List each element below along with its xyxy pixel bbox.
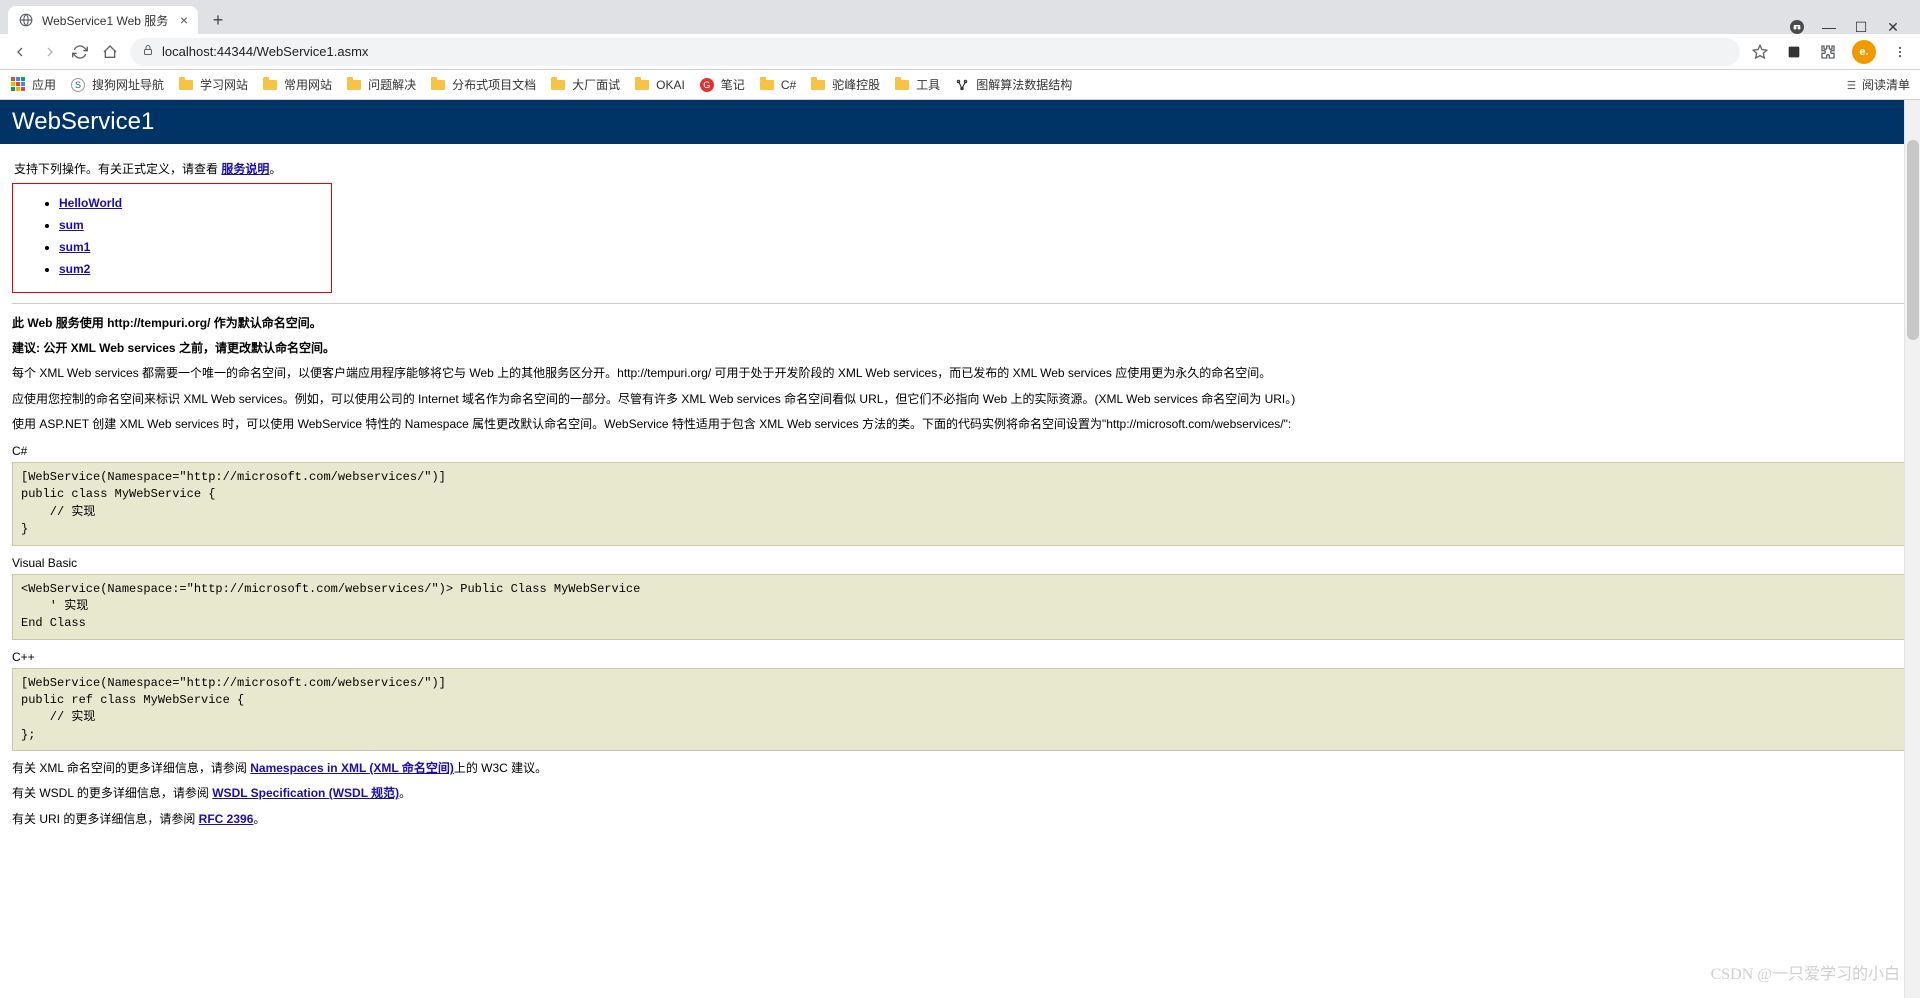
globe-icon [18, 12, 34, 28]
apps-icon [10, 77, 26, 93]
tab-close-icon[interactable]: × [180, 12, 188, 28]
back-button[interactable] [10, 42, 30, 62]
bookmark-item[interactable]: 大厂面试 [550, 76, 620, 93]
operation-link[interactable]: HelloWorld [59, 196, 122, 210]
folder-icon [550, 77, 566, 93]
more-uri: 有关 URI 的更多详细信息，请参阅 RFC 2396。 [12, 810, 1908, 829]
toolbar: localhost:44344/WebService1.asmx e. [0, 34, 1920, 70]
bookmark-item[interactable]: 问题解决 [346, 76, 416, 93]
address-bar[interactable]: localhost:44344/WebService1.asmx [130, 38, 1740, 66]
operation-item: sum2 [59, 262, 325, 276]
code-block-cpp: [WebService(Namespace="http://microsoft.… [12, 668, 1908, 752]
code-label-csharp: C# [12, 444, 1908, 458]
bookmark-item[interactable]: OKAI [634, 77, 685, 93]
folder-icon [430, 77, 446, 93]
page-viewport: WebService1 支持下列操作。有关正式定义，请查看 服务说明。 Hell… [0, 100, 1920, 998]
bookmarks-bar: 应用 S搜狗网址导航 学习网站 常用网站 问题解决 分布式项目文档 大厂面试 O… [0, 70, 1920, 100]
bookmark-item[interactable]: 分布式项目文档 [430, 76, 536, 93]
apps-shortcut[interactable]: 应用 [10, 76, 56, 93]
folder-icon [178, 77, 194, 93]
folder-icon [634, 77, 650, 93]
forward-button[interactable] [40, 42, 60, 62]
bookmark-item[interactable]: 工具 [894, 76, 940, 93]
reload-button[interactable] [70, 42, 90, 62]
bookmark-item[interactable]: 图解算法数据结构 [954, 76, 1072, 93]
service-banner: WebService1 [0, 100, 1920, 144]
paragraph: 每个 XML Web services 都需要一个唯一的命名空间，以便客户端应用… [12, 364, 1908, 383]
browser-chrome: WebService1 Web 服务 × + ― ☐ ✕ localhost:4… [0, 0, 1920, 100]
divider [12, 303, 1908, 304]
maximize-button[interactable]: ☐ [1854, 20, 1868, 34]
operation-link[interactable]: sum1 [59, 240, 90, 254]
service-description-link[interactable]: 服务说明 [221, 162, 269, 176]
folder-icon [810, 77, 826, 93]
operations-box: HelloWorld sum sum1 sum2 [12, 183, 332, 293]
operation-link[interactable]: sum [59, 218, 84, 232]
operation-item: HelloWorld [59, 196, 325, 210]
code-block-csharp: [WebService(Namespace="http://microsoft.… [12, 462, 1908, 546]
extension-icon[interactable] [1784, 42, 1804, 62]
star-icon[interactable] [1750, 42, 1770, 62]
operation-link[interactable]: sum2 [59, 262, 90, 276]
toolbar-right: e. [1750, 40, 1910, 64]
lock-icon [142, 44, 154, 59]
bookmark-item[interactable]: 驼峰控股 [810, 76, 880, 93]
sogou-icon: S [70, 77, 86, 93]
url-text: localhost:44344/WebService1.asmx [162, 44, 368, 59]
browser-tab[interactable]: WebService1 Web 服务 × [8, 6, 198, 34]
wsdl-spec-link[interactable]: WSDL Specification (WSDL 规范) [212, 786, 399, 800]
scrollbar-thumb[interactable] [1907, 140, 1919, 340]
reading-list[interactable]: 阅读清单 [1842, 76, 1910, 93]
note-icon: G [699, 77, 715, 93]
more-wsdl: 有关 WSDL 的更多详细信息，请参阅 WSDL Specification (… [12, 784, 1908, 803]
code-block-vb: <WebService(Namespace:="http://microsoft… [12, 574, 1908, 640]
new-tab-button[interactable]: + [204, 6, 232, 34]
more-xml: 有关 XML 命名空间的更多详细信息，请参阅 Namespaces in XML… [12, 759, 1908, 778]
puzzle-icon[interactable] [1818, 42, 1838, 62]
paragraph: 使用 ASP.NET 创建 XML Web services 时，可以使用 We… [12, 415, 1908, 434]
page-content: 支持下列操作。有关正式定义，请查看 服务说明。 HelloWorld sum s… [0, 144, 1920, 865]
vertical-scrollbar[interactable] [1904, 100, 1920, 998]
list-icon [1842, 77, 1858, 93]
page-title: WebService1 [12, 108, 1908, 136]
close-window-button[interactable]: ✕ [1886, 20, 1900, 34]
paragraph: 应使用您控制的命名空间来标识 XML Web services。例如，可以使用公… [12, 390, 1908, 409]
recommend-text: 建议: 公开 XML Web services 之前，请更改默认命名空间。 [12, 339, 1908, 358]
intro-text: 支持下列操作。有关正式定义，请查看 服务说明。 [14, 160, 1908, 177]
code-label-vb: Visual Basic [12, 556, 1908, 570]
profile-avatar[interactable]: e. [1852, 40, 1876, 64]
bookmark-item[interactable]: 学习网站 [178, 76, 248, 93]
apps-label: 应用 [32, 76, 56, 93]
folder-icon [894, 77, 910, 93]
bookmark-item[interactable]: C# [759, 77, 796, 93]
tab-title: WebService1 Web 服务 [42, 12, 168, 29]
namespace-heading: 此 Web 服务使用 http://tempuri.org/ 作为默认命名空间。 [12, 314, 1908, 333]
operation-item: sum [59, 218, 325, 232]
menu-icon[interactable] [1890, 42, 1910, 62]
window-controls: ― ☐ ✕ [1790, 20, 1912, 34]
tab-strip: WebService1 Web 服务 × + ― ☐ ✕ [0, 0, 1920, 34]
folder-icon [262, 77, 278, 93]
watermark: CSDN @一只爱学习的小白 [1711, 960, 1900, 984]
minimize-button[interactable]: ― [1822, 20, 1836, 34]
operations-list: HelloWorld sum sum1 sum2 [19, 196, 325, 276]
bookmark-item[interactable]: G笔记 [699, 76, 745, 93]
home-button[interactable] [100, 42, 120, 62]
incognito-icon[interactable] [1790, 20, 1804, 34]
code-label-cpp: C++ [12, 650, 1908, 664]
graph-icon [954, 77, 970, 93]
folder-icon [759, 77, 775, 93]
bookmark-item[interactable]: S搜狗网址导航 [70, 76, 164, 93]
folder-icon [346, 77, 362, 93]
xml-namespaces-link[interactable]: Namespaces in XML (XML 命名空间) [250, 761, 454, 775]
operation-item: sum1 [59, 240, 325, 254]
rfc-link[interactable]: RFC 2396 [199, 812, 254, 826]
bookmark-item[interactable]: 常用网站 [262, 76, 332, 93]
